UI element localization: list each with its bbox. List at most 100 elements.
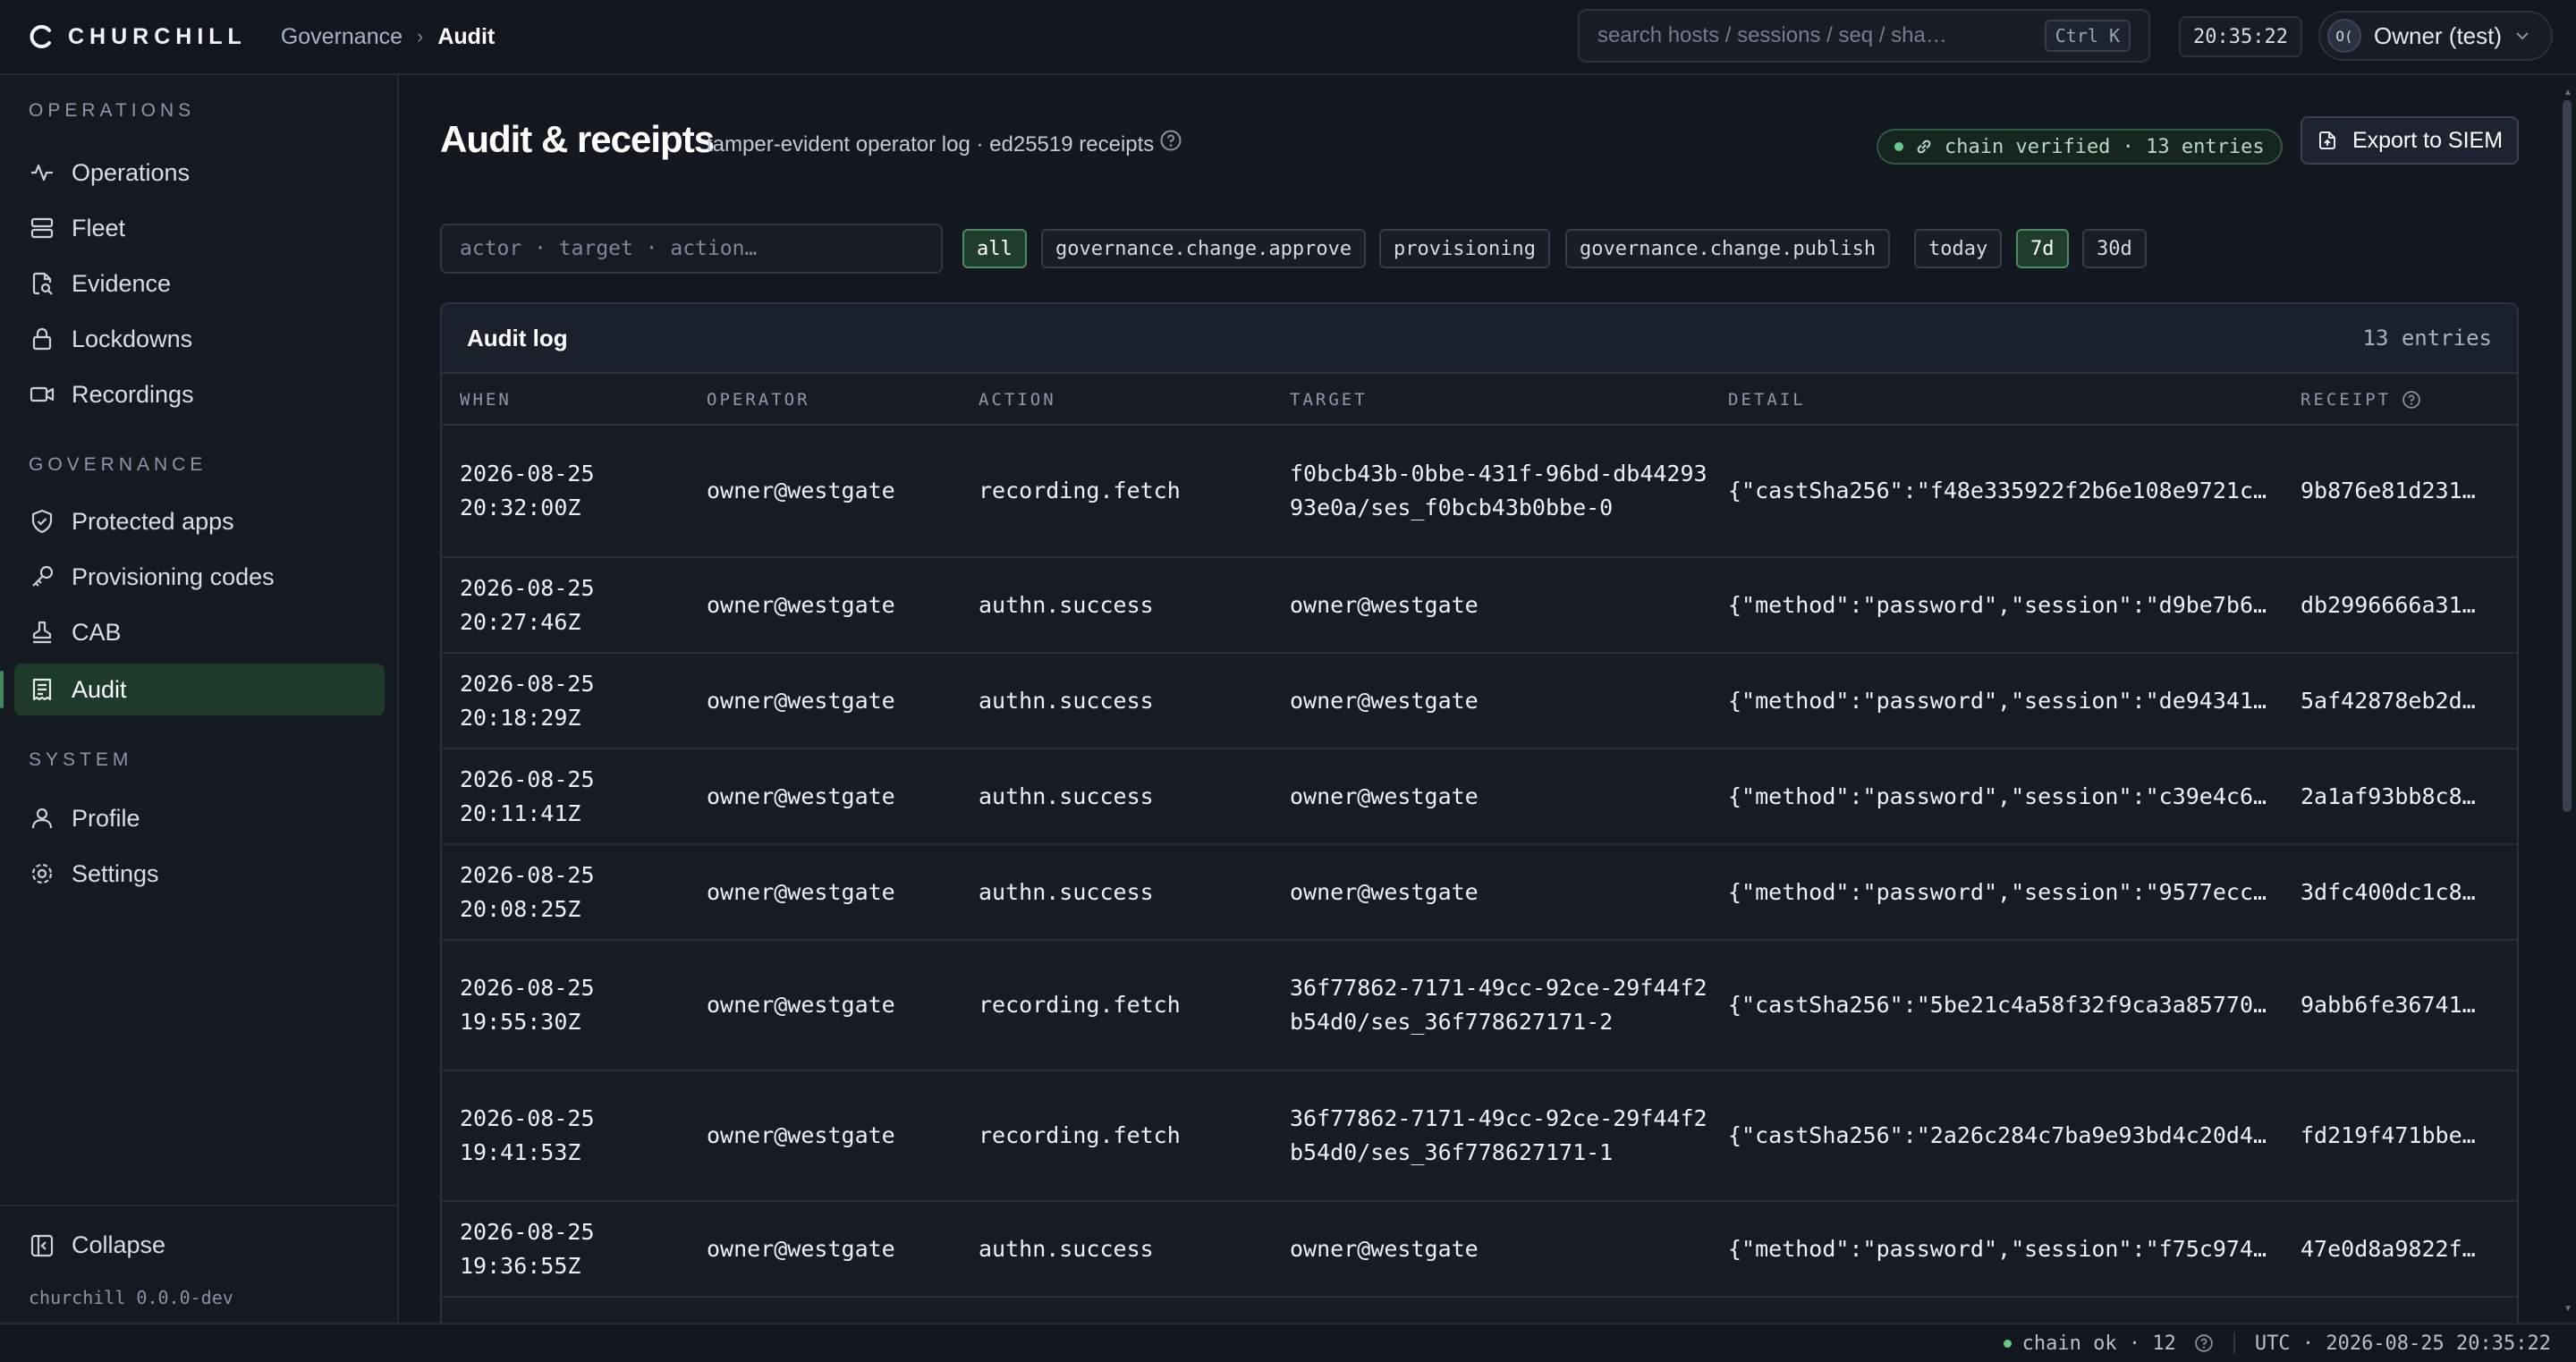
gear-icon: [31, 863, 53, 884]
help-icon[interactable]: [2402, 390, 2421, 410]
cell-detail-text: {"method":"password","session":"c39e4c6…: [1728, 783, 2267, 809]
filter-chip-provisioning[interactable]: provisioning: [1379, 229, 1550, 268]
sidebar-item-cab[interactable]: CAB: [14, 606, 385, 658]
cell-operator: owner@westgate: [707, 1122, 895, 1148]
sidebar-item-fleet[interactable]: Fleet: [14, 202, 385, 254]
scroll-up-arrow[interactable]: ▲: [2562, 88, 2574, 97]
cell-operator: owner@westgate: [707, 478, 895, 503]
sidebar-item-evidence[interactable]: Evidence: [14, 258, 385, 309]
cell-target: owner@westgate: [1290, 878, 1479, 905]
status-divider: [2233, 1332, 2235, 1354]
sidebar: OPERATIONS Operations Fleet Evidence Loc…: [0, 75, 399, 1323]
sidebar-item-lockdowns[interactable]: Lockdowns: [14, 313, 385, 365]
cell-detail: {"method":"password","session":"c39e4c6…: [1728, 749, 2274, 843]
sidebar-item-audit[interactable]: Audit: [0, 664, 385, 715]
chain-verified-badge: chain verified · 13 entries: [1877, 129, 2283, 165]
help-icon[interactable]: [1159, 129, 1182, 152]
sidebar-item-profile[interactable]: Profile: [14, 792, 385, 844]
cell-detail: {"castSha256":"2a26c284c7ba9e93bd4c20d4…: [1728, 1071, 2274, 1200]
churchill-logo-icon: [30, 25, 51, 48]
cell-receipt[interactable]: 2a1af93bb8c8…: [2301, 749, 2488, 843]
table-row[interactable]: 2026-08-25 20:08:25Z owner@westgate auth…: [442, 845, 2517, 941]
column-header-action[interactable]: ACTION: [979, 390, 1056, 410]
filter-chip-governance-change-publish[interactable]: governance.change.publish: [1565, 229, 1891, 268]
table-row[interactable]: 2026-08-25 19:41:53Z owner@westgate reco…: [442, 1071, 2517, 1202]
table-row[interactable]: 2026-08-25 19:36:55Z owner@westgate auth…: [442, 1202, 2517, 1298]
range-chip-7d[interactable]: 7d: [2016, 229, 2069, 268]
cell-detail: {"method":"password","session":"9577ecc…: [1728, 845, 2274, 939]
sidebar-item-label: CAB: [72, 618, 122, 646]
column-header-operator[interactable]: OPERATOR: [707, 390, 810, 410]
status-time: UTC · 2026-08-25 20:35:22: [2254, 1332, 2551, 1355]
search-placeholder: search hosts / sessions / seq / sha…: [1597, 23, 1947, 47]
table-row[interactable]: 2026-08-25 20:18:29Z owner@westgate auth…: [442, 654, 2517, 749]
column-header-detail[interactable]: DETAIL: [1728, 390, 1806, 410]
page-subtitle: tamper-evident operator log · ed25519 re…: [707, 132, 1155, 157]
cell-receipt[interactable]: fd219f471bbe…: [2301, 1071, 2488, 1200]
stamp-icon: [32, 621, 52, 644]
chevron-down-icon: [2516, 32, 2529, 40]
chain-badge-label: chain verified · 13 entries: [1945, 135, 2265, 158]
app-name: CHURCHILL: [68, 23, 247, 49]
user-menu[interactable]: O( Owner (test): [2318, 11, 2553, 61]
sidebar-item-label: Audit: [72, 675, 127, 703]
sidebar-item-operations[interactable]: Operations: [14, 147, 385, 199]
cell-action: authn.success: [979, 687, 1154, 714]
cell-target: owner@westgate: [1290, 687, 1479, 714]
cell-receipt[interactable]: 9abb6fe36741…: [2301, 941, 2488, 1070]
pulse-icon: [31, 164, 53, 182]
global-search[interactable]: search hosts / sessions / seq / sha… Ctr…: [1578, 9, 2150, 63]
cell-action: recording.fetch: [979, 1122, 1181, 1148]
cell-detail: {"method":"password","session":"de94341…: [1728, 654, 2274, 748]
table-row[interactable]: 2026-08-25 19:55:30Z owner@westgate reco…: [442, 941, 2517, 1071]
cell-target: owner@westgate: [1290, 591, 1479, 618]
help-icon[interactable]: [2194, 1333, 2214, 1353]
audit-filter-input[interactable]: [440, 224, 943, 274]
range-chip-today[interactable]: today: [1914, 229, 2003, 268]
cell-operator: owner@westgate: [707, 591, 895, 618]
sidebar-item-label: Profile: [72, 804, 140, 832]
receipt-icon: [32, 678, 52, 701]
column-header-target[interactable]: TARGET: [1290, 390, 1368, 410]
filter-chip-all[interactable]: all: [962, 229, 1027, 268]
cell-detail-text: {"castSha256":"5be21c4a58f32f9ca3a85770…: [1728, 992, 2267, 1018]
nav-section-system: SYSTEM: [29, 749, 133, 770]
search-shortcut-badge: Ctrl K: [2044, 20, 2131, 52]
collapse-button[interactable]: Collapse: [29, 1231, 165, 1259]
cell-detail-text: {"castSha256":"f48e335922f2b6e108e9721c…: [1728, 478, 2267, 503]
filter-chip-governance-change-approve[interactable]: governance.change.approve: [1041, 229, 1367, 268]
cell-receipt[interactable]: 3dfc400dc1c8…: [2301, 845, 2488, 939]
cell-detail: {"castSha256":"f48e335922f2b6e108e9721c…: [1728, 426, 2274, 556]
header-clock: 20:35:22: [2179, 16, 2302, 57]
cell-action: recording.fetch: [979, 478, 1181, 503]
column-header-receipt[interactable]: RECEIPT: [2301, 390, 2421, 410]
table-row[interactable]: 2026-08-25 20:32:00Z owner@westgate reco…: [442, 426, 2517, 558]
breadcrumb-governance[interactable]: Governance: [281, 24, 402, 50]
cell-receipt[interactable]: 9b876e81d231…: [2301, 426, 2488, 556]
sidebar-item-recordings[interactable]: Recordings: [14, 368, 385, 420]
scrollbar-thumb[interactable]: [2563, 100, 2572, 812]
cell-receipt[interactable]: 47e0d8a9822f…: [2301, 1202, 2488, 1296]
cell-target: 36f77862-7171-49cc-92ce-29f44f2b54d0/ses…: [1290, 975, 1707, 1035]
sidebar-item-settings[interactable]: Settings: [14, 848, 385, 900]
sidebar-item-provisioning-codes[interactable]: Provisioning codes: [14, 551, 385, 603]
app-logo[interactable]: CHURCHILL: [29, 24, 247, 50]
sidebar-item-label: Provisioning codes: [72, 563, 275, 590]
export-to-siem-button[interactable]: Export to SIEM: [2301, 116, 2519, 165]
user-icon: [31, 808, 53, 829]
range-chip-30d[interactable]: 30d: [2082, 229, 2147, 268]
scroll-down-arrow[interactable]: ▼: [2562, 1304, 2574, 1314]
cell-operator: owner@westgate: [707, 992, 895, 1018]
table-row[interactable]: 2026-08-25 20:11:41Z owner@westgate auth…: [442, 749, 2517, 845]
table-row[interactable]: 2026-08-25 20:27:46Z owner@westgate auth…: [442, 558, 2517, 654]
cell-receipt[interactable]: db2996666a31…: [2301, 558, 2488, 652]
column-header-when[interactable]: WHEN: [460, 390, 512, 410]
sidebar-item-label: Operations: [72, 158, 191, 186]
sidebar-collapse-icon: [30, 1234, 54, 1256]
cell-receipt[interactable]: 5af42878eb2d…: [2301, 654, 2488, 748]
cell-action: authn.success: [979, 1235, 1154, 1262]
chain-status: chain ok · 12: [2021, 1332, 2176, 1355]
audit-log-header: Audit log 13 entries: [442, 304, 2517, 374]
breadcrumb: Governance › Audit: [281, 24, 495, 50]
sidebar-item-protected-apps[interactable]: Protected apps: [14, 495, 385, 547]
